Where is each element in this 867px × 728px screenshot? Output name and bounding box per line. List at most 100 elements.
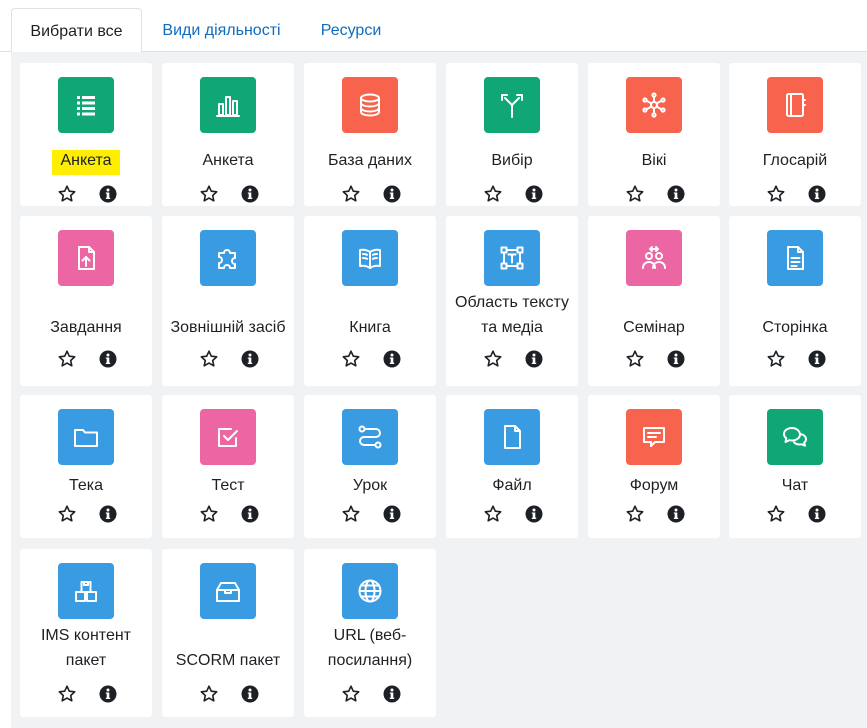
info-icon[interactable] xyxy=(525,350,543,368)
forum-speech-icon[interactable] xyxy=(626,409,682,465)
workshop-people-icon[interactable] xyxy=(626,230,682,286)
star-icon[interactable] xyxy=(483,349,503,369)
star-icon[interactable] xyxy=(57,349,77,369)
info-icon[interactable] xyxy=(383,185,401,203)
star-icon[interactable] xyxy=(199,349,219,369)
info-icon[interactable] xyxy=(383,505,401,523)
chat-bubbles-icon[interactable] xyxy=(767,409,823,465)
folder-icon[interactable] xyxy=(58,409,114,465)
url-globe-icon[interactable] xyxy=(342,563,398,619)
info-icon[interactable] xyxy=(808,505,826,523)
star-icon[interactable] xyxy=(766,504,786,524)
activity-card[interactable]: Зовнішній засіб xyxy=(162,216,294,386)
activity-card[interactable]: Анкета xyxy=(20,63,152,206)
activity-card[interactable]: Сторінка xyxy=(729,216,861,386)
activity-name[interactable]: URL (веб-посилання) xyxy=(306,623,434,673)
ims-package-icon[interactable] xyxy=(58,563,114,619)
activity-name[interactable]: Урок xyxy=(306,473,434,498)
info-icon[interactable] xyxy=(667,350,685,368)
info-icon[interactable] xyxy=(383,350,401,368)
activity-card[interactable]: IMS контент пакет xyxy=(20,549,152,717)
info-icon[interactable] xyxy=(99,185,117,203)
tab-resources[interactable]: Ресурси xyxy=(301,8,401,53)
info-icon[interactable] xyxy=(241,185,259,203)
activity-name[interactable]: Книга xyxy=(306,315,434,340)
star-icon[interactable] xyxy=(57,684,77,704)
activity-card[interactable]: Вікі xyxy=(588,63,720,206)
star-icon[interactable] xyxy=(199,684,219,704)
info-icon[interactable] xyxy=(99,505,117,523)
activity-name[interactable]: Завдання xyxy=(22,315,150,340)
tab-all[interactable]: Вибрати все xyxy=(11,8,142,53)
activity-name[interactable]: Анкета xyxy=(164,148,292,173)
star-icon[interactable] xyxy=(57,184,77,204)
activity-card[interactable]: База даних xyxy=(304,63,436,206)
activity-name[interactable]: Вибір xyxy=(448,148,576,173)
star-icon[interactable] xyxy=(341,684,361,704)
activity-card[interactable]: Область тексту та медіа xyxy=(446,216,578,386)
info-icon[interactable] xyxy=(241,350,259,368)
info-icon[interactable] xyxy=(525,185,543,203)
activity-card[interactable]: Глосарій xyxy=(729,63,861,206)
activity-card[interactable]: Тест xyxy=(162,395,294,538)
assignment-upload-icon[interactable] xyxy=(58,230,114,286)
star-icon[interactable] xyxy=(766,349,786,369)
info-icon[interactable] xyxy=(383,685,401,703)
activity-name[interactable]: Область тексту та медіа xyxy=(448,290,576,340)
glossary-book-icon[interactable] xyxy=(767,77,823,133)
activity-card[interactable]: Вибір xyxy=(446,63,578,206)
activity-card[interactable]: Форум xyxy=(588,395,720,538)
page-document-icon[interactable] xyxy=(767,230,823,286)
activity-card[interactable]: Тека xyxy=(20,395,152,538)
lesson-path-icon[interactable] xyxy=(342,409,398,465)
activity-name[interactable]: Вікі xyxy=(590,148,718,173)
activity-card[interactable]: URL (веб-посилання) xyxy=(304,549,436,717)
activity-card[interactable]: Файл xyxy=(446,395,578,538)
info-icon[interactable] xyxy=(99,685,117,703)
star-icon[interactable] xyxy=(199,504,219,524)
survey-chart-icon[interactable] xyxy=(200,77,256,133)
activity-name[interactable]: Тека xyxy=(22,473,150,498)
activity-card[interactable]: Завдання xyxy=(20,216,152,386)
activity-name[interactable]: Тест xyxy=(164,473,292,498)
info-icon[interactable] xyxy=(99,350,117,368)
activity-name[interactable]: Файл xyxy=(448,473,576,498)
star-icon[interactable] xyxy=(199,184,219,204)
database-icon[interactable] xyxy=(342,77,398,133)
info-icon[interactable] xyxy=(241,685,259,703)
activity-name[interactable]: Форум xyxy=(590,473,718,498)
activity-card[interactable]: Книга xyxy=(304,216,436,386)
file-icon[interactable] xyxy=(484,409,540,465)
info-icon[interactable] xyxy=(667,185,685,203)
star-icon[interactable] xyxy=(341,504,361,524)
quiz-checkbox-icon[interactable] xyxy=(200,409,256,465)
activity-card[interactable]: Чат xyxy=(729,395,861,538)
info-icon[interactable] xyxy=(667,505,685,523)
activity-card[interactable]: Анкета xyxy=(162,63,294,206)
text-media-icon[interactable] xyxy=(484,230,540,286)
activity-name[interactable]: IMS контент пакет xyxy=(22,623,150,673)
activity-card[interactable]: Семінар xyxy=(588,216,720,386)
star-icon[interactable] xyxy=(57,504,77,524)
activity-name[interactable]: Семінар xyxy=(590,315,718,340)
choice-signpost-icon[interactable] xyxy=(484,77,540,133)
info-icon[interactable] xyxy=(808,185,826,203)
star-icon[interactable] xyxy=(341,184,361,204)
star-icon[interactable] xyxy=(625,349,645,369)
activity-name[interactable]: База даних xyxy=(306,148,434,173)
star-icon[interactable] xyxy=(625,184,645,204)
star-icon[interactable] xyxy=(766,184,786,204)
activity-name[interactable]: Чат xyxy=(731,473,859,498)
tab-activities[interactable]: Види діяльності xyxy=(145,8,298,53)
activity-name[interactable]: Глосарій xyxy=(731,148,859,173)
activity-card[interactable]: SCORM пакет xyxy=(162,549,294,717)
puzzle-piece-icon[interactable] xyxy=(200,230,256,286)
activity-name[interactable]: Зовнішній засіб xyxy=(164,315,292,340)
star-icon[interactable] xyxy=(483,184,503,204)
scorm-box-icon[interactable] xyxy=(200,563,256,619)
info-icon[interactable] xyxy=(241,505,259,523)
activity-card[interactable]: Урок xyxy=(304,395,436,538)
star-icon[interactable] xyxy=(341,349,361,369)
feedback-icon[interactable] xyxy=(58,77,114,133)
info-icon[interactable] xyxy=(808,350,826,368)
